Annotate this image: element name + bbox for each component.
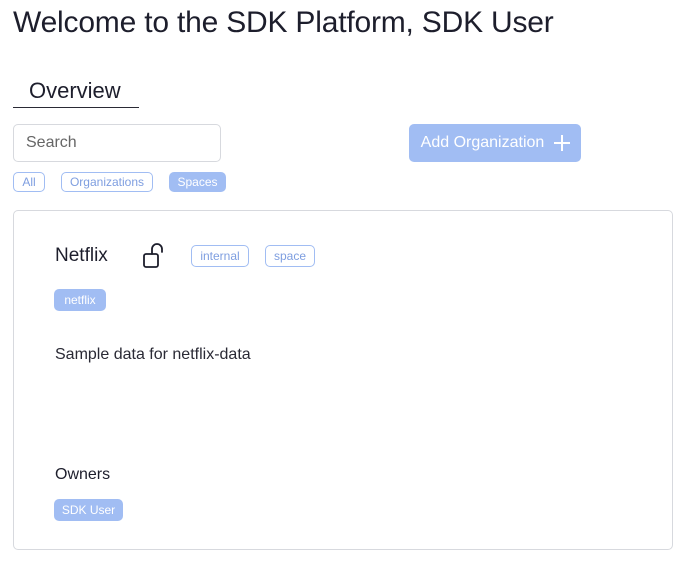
search-input[interactable] xyxy=(13,124,221,162)
badge-internal: internal xyxy=(191,245,249,267)
plus-icon xyxy=(554,135,571,151)
filter-organizations[interactable]: Organizations xyxy=(61,172,153,192)
page: Welcome to the SDK Platform, SDK User Ov… xyxy=(0,0,686,564)
tab-overview[interactable]: Overview xyxy=(13,78,139,108)
page-title: Welcome to the SDK Platform, SDK User xyxy=(13,6,554,39)
add-organization-label: Add Organization xyxy=(420,134,545,151)
filter-spaces[interactable]: Spaces xyxy=(169,172,226,192)
space-card[interactable]: Netflix internal space netflix Sample da… xyxy=(13,210,673,550)
owner-chip: SDK User xyxy=(54,499,123,521)
tag-netflix: netflix xyxy=(54,289,106,311)
filter-all[interactable]: All xyxy=(13,172,45,192)
add-organization-button[interactable]: Add Organization xyxy=(409,124,581,162)
unlock-icon xyxy=(143,243,163,268)
badge-space: space xyxy=(265,245,315,267)
card-title: Netflix xyxy=(55,245,108,266)
owners-label: Owners xyxy=(55,466,111,483)
tab-overview-label: Overview xyxy=(29,78,121,103)
card-description: Sample data for netflix-data xyxy=(55,346,251,363)
